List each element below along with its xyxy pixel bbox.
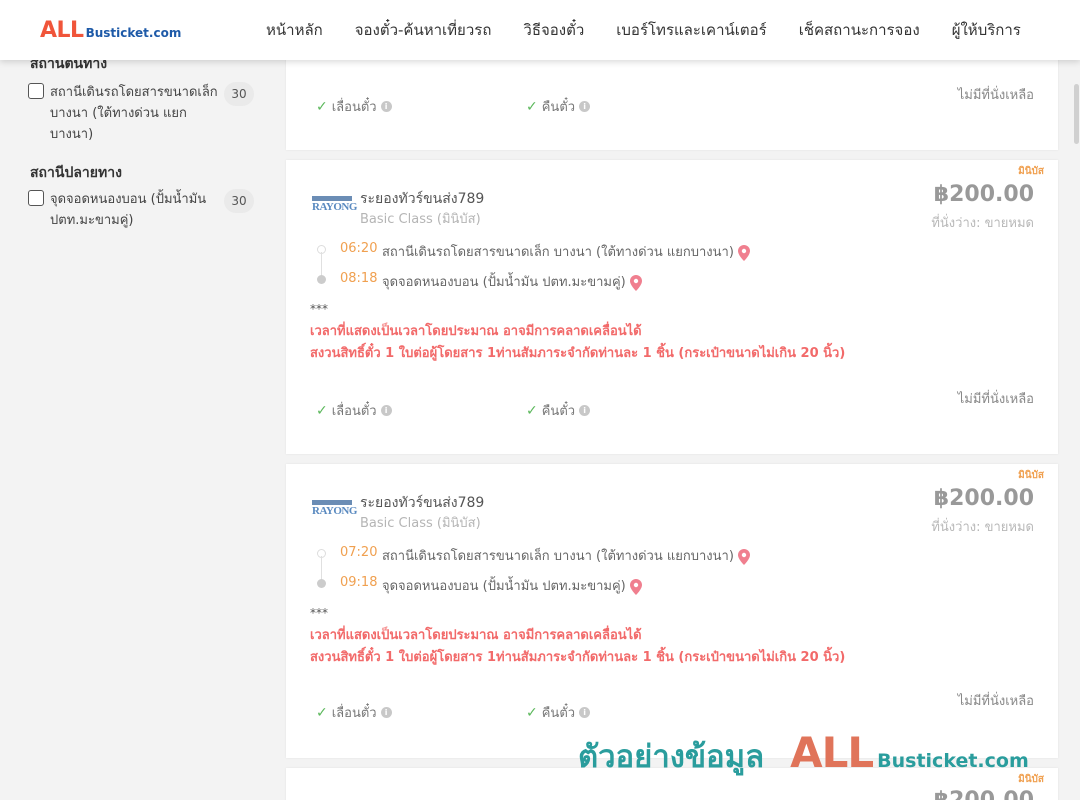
arrival-station: จุดจอดหนองบอน (ปั้มน้ำมัน ปตท.มะขามคู่)	[382, 271, 642, 292]
watermark-thai-text: ตัวอย่างข้อมูล	[578, 739, 765, 775]
arrival-dot-icon	[317, 579, 326, 588]
map-pin-icon[interactable]	[737, 244, 750, 261]
scrollbar-thumb[interactable]	[1074, 84, 1079, 144]
arrival-dot-icon	[317, 275, 326, 284]
nav-book-search[interactable]: จองตั๋ว-ค้นหาเที่ยวรถ	[355, 18, 492, 42]
origin-count-badge: 30	[224, 82, 254, 106]
refund-feature: ✓ คืนตั๋ว i	[526, 702, 591, 723]
trip-card-2[interactable]: มินิบัส RAYONG ระยองทัวร์ขนส่ง789 Basic …	[286, 464, 1058, 758]
no-seat-text: ไม่มีที่นั่งเหลือ	[957, 694, 1034, 709]
map-pin-icon[interactable]	[629, 274, 642, 291]
luggage-note: สงวนสิทธิ์ตั๋ว 1 ใบต่อผู้โดยสาร 1ท่านสัม…	[310, 650, 846, 665]
logo-busticket-text: Busticket.com	[85, 26, 182, 40]
time-note: เวลาที่แสดงเป็นเวลาโดยประมาณ อาจมีการคลา…	[310, 324, 642, 339]
departure-time: 06:20	[340, 241, 378, 256]
seat-availability: ที่นั่งว่าง: ขายหมด	[931, 520, 1034, 535]
arrival-time: 09:18	[340, 575, 378, 590]
info-icon[interactable]: i	[380, 707, 392, 718]
arrival-time: 08:18	[340, 271, 378, 286]
site-logo[interactable]: ALL Busticket.com	[40, 18, 181, 43]
refund-feature: ✓ คืนตั๋ว i	[526, 96, 591, 117]
dest-filter-item[interactable]: จุดจอดหนองบอน (ปั้มน้ำมัน ปตท.มะขามคู่) …	[28, 189, 258, 233]
minibus-tag: มินิบัส	[1018, 166, 1044, 177]
page-scrollbar[interactable]	[1072, 60, 1080, 800]
bus-class: Basic Class (มินิบัส)	[360, 212, 481, 227]
note-stars: ***	[310, 606, 328, 620]
logo-all-text: ALL	[40, 18, 84, 43]
refund-label: คืนตั๋ว	[541, 100, 576, 115]
check-icon: ✓	[316, 402, 328, 419]
nav-check-booking[interactable]: เช็คสถานะการจอง	[799, 18, 920, 42]
map-pin-icon[interactable]	[629, 578, 642, 595]
check-icon: ✓	[526, 402, 538, 419]
departure-station: สถานีเดินรถโดยสารขนาดเล็ก บางนา (ใต้ทางด…	[382, 241, 750, 262]
top-header: ALL Busticket.com หน้าหลัก จองตั๋ว-ค้นหา…	[0, 0, 1080, 60]
trip-card-1[interactable]: มินิบัส RAYONG ระยองทัวร์ขนส่ง789 Basic …	[286, 160, 1058, 454]
dest-filter-title: สถานีปลายทาง	[30, 165, 122, 181]
origin-filter-label: สถานีเดินรถโดยสารขนาดเล็ก บางนา (ใต้ทางด…	[50, 85, 218, 142]
arrival-station: จุดจอดหนองบอน (ปั้มน้ำมัน ปตท.มะขามคู่)	[382, 575, 642, 596]
minibus-tag: มินิบัส	[1018, 470, 1044, 481]
check-icon: ✓	[316, 704, 328, 721]
info-icon[interactable]: i	[579, 405, 591, 416]
departure-station: สถานีเดินรถโดยสารขนาดเล็ก บางนา (ใต้ทางด…	[382, 545, 750, 566]
ticket-price: ฿200.00	[934, 788, 1034, 800]
operator-name: ระยองทัวร์ขนส่ง789	[360, 495, 485, 511]
reschedule-label: เลื่อนตั๋ว	[331, 404, 377, 419]
ticket-price: ฿200.00	[933, 486, 1034, 511]
origin-filter-item[interactable]: สถานีเดินรถโดยสารขนาดเล็ก บางนา (ใต้ทางด…	[28, 82, 258, 148]
watermark-all-text: ALL	[790, 728, 874, 777]
reschedule-label: เลื่อนตั๋ว	[331, 100, 377, 115]
bus-class: Basic Class (มินิบัส)	[360, 516, 481, 531]
luggage-note: สงวนสิทธิ์ตั๋ว 1 ใบต่อผู้โดยสาร 1ท่านสัม…	[310, 346, 846, 361]
info-icon[interactable]: i	[579, 101, 591, 112]
ticket-price: ฿200.00	[933, 182, 1034, 207]
dest-checkbox[interactable]	[28, 190, 44, 206]
check-icon: ✓	[526, 704, 538, 721]
reschedule-label: เลื่อนตั๋ว	[331, 706, 377, 721]
info-icon[interactable]: i	[579, 707, 591, 718]
watermark-busticket-text: Busticket.com	[877, 750, 1029, 772]
main-nav: หน้าหลัก จองตั๋ว-ค้นหาเที่ยวรถ วิธีจองตั…	[250, 0, 1037, 60]
refund-feature: ✓ คืนตั๋ว i	[526, 400, 591, 421]
info-icon[interactable]: i	[380, 101, 392, 112]
operator-name: ระยองทัวร์ขนส่ง789	[360, 191, 485, 207]
dest-count-badge: 30	[224, 189, 254, 213]
operator-logo: RAYONG	[312, 196, 357, 218]
reschedule-feature: ✓ เลื่อนตั๋ว i	[316, 702, 392, 723]
reschedule-feature: ✓ เลื่อนตั๋ว i	[316, 400, 392, 421]
refund-label: คืนตั๋ว	[541, 404, 576, 419]
no-seat-text: ไม่มีที่นั่งเหลือ	[957, 88, 1034, 103]
check-icon: ✓	[316, 98, 328, 115]
dest-filter-label: จุดจอดหนองบอน (ปั้มน้ำมัน ปตท.มะขามคู่)	[50, 192, 207, 228]
note-stars: ***	[310, 302, 328, 316]
nav-contact-counters[interactable]: เบอร์โทรและเคาน์เตอร์	[616, 18, 766, 42]
check-icon: ✓	[526, 98, 538, 115]
operator-logo: RAYONG	[312, 500, 357, 522]
no-seat-text: ไม่มีที่นั่งเหลือ	[957, 392, 1034, 407]
map-pin-icon[interactable]	[737, 548, 750, 565]
refund-label: คืนตั๋ว	[541, 706, 576, 721]
nav-how-to-book[interactable]: วิธีจองตั๋ว	[523, 18, 584, 42]
nav-home[interactable]: หน้าหลัก	[266, 18, 323, 42]
nav-operators[interactable]: ผู้ให้บริการ	[952, 18, 1021, 42]
reschedule-feature: ✓ เลื่อนตั๋ว i	[316, 96, 392, 117]
time-note: เวลาที่แสดงเป็นเวลาโดยประมาณ อาจมีการคลา…	[310, 628, 642, 643]
seat-availability: ที่นั่งว่าง: ขายหมด	[931, 216, 1034, 231]
sample-data-watermark: ตัวอย่างข้อมูล ALL Busticket.com	[578, 728, 1029, 781]
origin-checkbox[interactable]	[28, 83, 44, 99]
departure-time: 07:20	[340, 545, 378, 560]
info-icon[interactable]: i	[380, 405, 392, 416]
filter-sidebar: สถานีต้นทาง สถานีเดินรถโดยสารขนาดเล็ก บา…	[0, 56, 270, 800]
